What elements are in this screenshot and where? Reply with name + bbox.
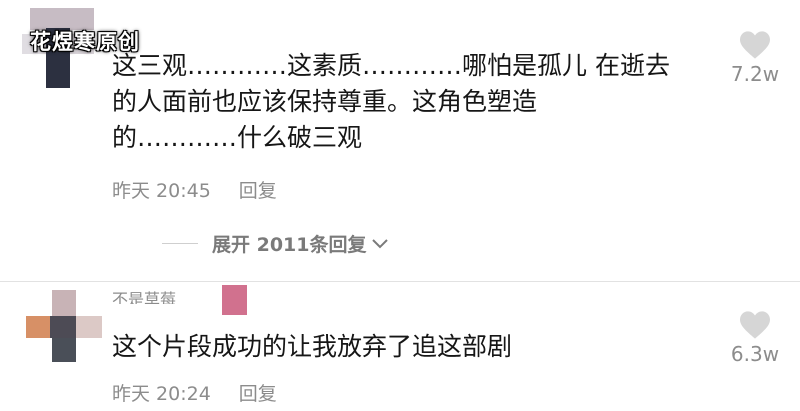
username[interactable]: 不是草莓 [112, 290, 200, 304]
heart-icon [740, 311, 770, 339]
chevron-down-icon [371, 238, 388, 248]
comment-line: 的人面前也应该保持尊重。这角色塑造 [112, 87, 538, 116]
expand-replies-button[interactable]: 展开 2011条回复 [162, 230, 389, 257]
reply-button[interactable]: 回复 [239, 180, 277, 202]
watermark-text: 花煜寒原创 [30, 30, 140, 54]
avatar[interactable] [26, 290, 102, 362]
comment-meta: 昨天 20:45 回复 [112, 176, 277, 203]
user-badge-icon [222, 285, 247, 315]
like-button[interactable]: 6.3w [725, 310, 785, 366]
comment-line: 的…………什么破三观 [112, 123, 363, 152]
like-count: 6.3w [730, 342, 780, 366]
comment-time: 昨天 20:24 [112, 383, 211, 405]
comment-text: 这个片段成功的让我放弃了追这部剧 [112, 332, 513, 361]
like-count: 7.2w [730, 62, 780, 86]
expand-replies-label: 展开 2011条回复 [212, 234, 367, 256]
heart-icon [740, 31, 770, 59]
comment-text: 这三观…………这素质…………哪怕是孤儿 在逝去 的人面前也应该保持尊重。这角色塑… [112, 48, 670, 156]
comment-meta: 昨天 20:24 回复 [112, 379, 277, 406]
divider [0, 281, 800, 282]
reply-button[interactable]: 回复 [239, 383, 277, 405]
divider-line [162, 243, 198, 244]
like-button[interactable]: 7.2w [725, 30, 785, 86]
comment-line: 这三观…………这素质…………哪怕是孤儿 在逝去 [112, 51, 670, 80]
comment-time: 昨天 20:45 [112, 180, 211, 202]
